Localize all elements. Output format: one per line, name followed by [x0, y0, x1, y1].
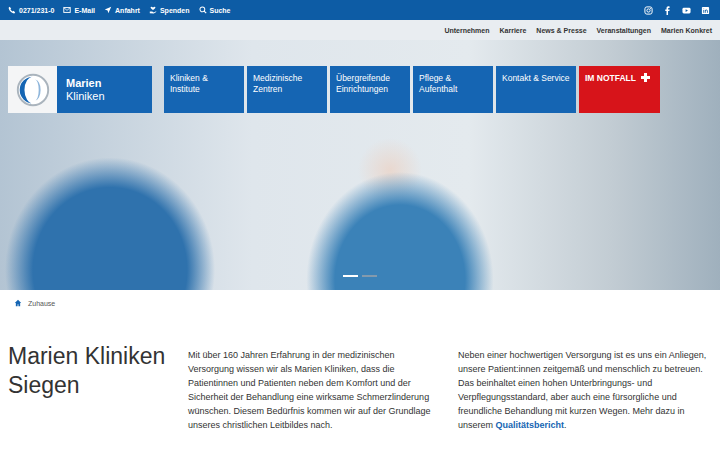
- quality-report-link[interactable]: Qualitätsbericht: [496, 420, 565, 430]
- contact-link[interactable]: 0271/231-0: [8, 6, 54, 14]
- meta-nav-item[interactable]: Karriere: [500, 27, 527, 34]
- page: 0271/231-0 E-Mail Anfahrt Spenden Suche …: [0, 0, 720, 450]
- nav-item[interactable]: Übergreifende Einrichtungen: [330, 66, 410, 113]
- page-title: Marien Kliniken Siegen: [8, 342, 188, 432]
- plus-icon: [641, 73, 650, 82]
- nav-item[interactable]: Kliniken & Institute: [164, 66, 244, 113]
- nav-boxes: Kliniken & Institute Medizinische Zentren…: [164, 66, 660, 113]
- facebook-icon: [663, 6, 672, 15]
- envelope-icon: [63, 6, 71, 14]
- contact-label: E-Mail: [74, 7, 95, 14]
- social-link[interactable]: [682, 6, 691, 15]
- slider-indicator[interactable]: [362, 275, 377, 277]
- contact-label: Spenden: [160, 7, 190, 14]
- breadcrumb-item[interactable]: Zuhause: [28, 300, 55, 307]
- contact-link[interactable]: Spenden: [149, 6, 190, 14]
- social-links: [644, 6, 712, 15]
- intro-section: Marien Kliniken Siegen Mit über 160 Jahr…: [0, 310, 720, 432]
- home-icon[interactable]: [14, 299, 22, 307]
- meta-nav-item[interactable]: News & Presse: [536, 27, 586, 34]
- logo[interactable]: Marien Kliniken: [8, 66, 152, 113]
- nav-label: Kliniken & Institute: [170, 73, 208, 94]
- navigation-icon: [104, 6, 112, 14]
- contact-links: 0271/231-0 E-Mail Anfahrt Spenden Suche: [8, 6, 231, 14]
- nav-item[interactable]: Pflege & Aufenthalt: [413, 66, 493, 113]
- logo-icon: [14, 71, 52, 109]
- nav-label: Pflege & Aufenthalt: [419, 73, 457, 94]
- slider-indicators: [343, 275, 377, 277]
- meta-nav-item[interactable]: Veranstaltungen: [597, 27, 651, 34]
- contact-link[interactable]: Suche: [199, 6, 231, 14]
- youtube-icon: [682, 6, 691, 15]
- nav-label: Kontakt & Service: [502, 73, 570, 83]
- hand-heart-icon: [149, 6, 157, 14]
- nav-label: IM NOTFALL: [585, 73, 636, 84]
- social-link[interactable]: [644, 6, 653, 15]
- social-link[interactable]: [663, 6, 672, 15]
- contact-label: 0271/231-0: [19, 7, 54, 14]
- search-icon: [199, 6, 207, 14]
- contact-label: Anfahrt: [115, 7, 140, 14]
- meta-nav: Unternehmen Karriere News & Presse Veransta…: [0, 20, 720, 40]
- nav-item[interactable]: Medizinische Zentren: [247, 66, 327, 113]
- slider-indicator[interactable]: [343, 275, 358, 277]
- phone-icon: [8, 6, 16, 14]
- meta-nav-item[interactable]: Marien Konkret: [661, 27, 712, 34]
- logo-mark: [8, 66, 57, 113]
- nav-label: Medizinische Zentren: [253, 73, 302, 94]
- top-bar: 0271/231-0 E-Mail Anfahrt Spenden Suche: [0, 0, 720, 20]
- breadcrumb: Zuhause: [0, 290, 720, 310]
- main-nav: Marien Kliniken Kliniken & Institute Medi…: [8, 66, 660, 113]
- instagram-icon: [644, 6, 653, 15]
- logo-line: Kliniken: [66, 90, 152, 103]
- logo-text: Marien Kliniken: [57, 66, 152, 113]
- nav-item[interactable]: Kontakt & Service: [496, 66, 576, 113]
- social-link[interactable]: [701, 6, 710, 15]
- intro-paragraph: Neben einer hochwertigen Versorgung ist …: [458, 348, 712, 432]
- nav-label: Übergreifende Einrichtungen: [336, 73, 390, 94]
- linkedin-icon: [701, 6, 710, 15]
- contact-link[interactable]: E-Mail: [63, 6, 95, 14]
- intro-paragraph: Mit über 160 Jahren Erfahrung in der med…: [188, 348, 440, 432]
- hero-slider: Marien Kliniken Kliniken & Institute Medi…: [0, 40, 720, 290]
- contact-label: Suche: [210, 7, 231, 14]
- contact-link[interactable]: Anfahrt: [104, 6, 140, 14]
- logo-line: Marien: [66, 77, 152, 90]
- emergency-button[interactable]: IM NOTFALL: [579, 66, 660, 113]
- meta-nav-item[interactable]: Unternehmen: [444, 27, 489, 34]
